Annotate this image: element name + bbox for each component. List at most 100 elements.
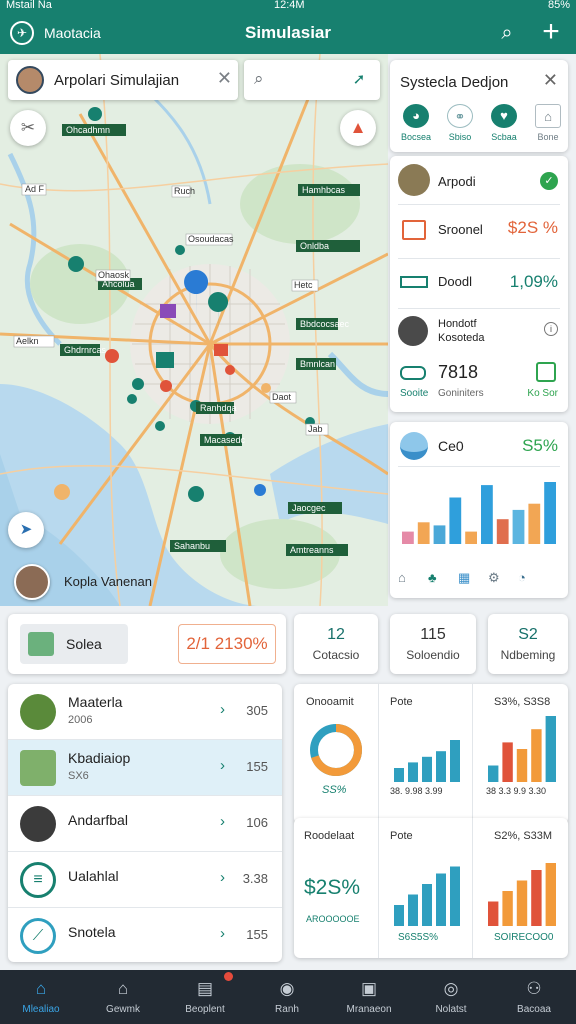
factory-icon — [402, 220, 426, 240]
nav-location[interactable]: ◉ Ranh — [246, 970, 328, 1024]
list-item[interactable]: ≡ Ualahlal › 3.38 — [8, 852, 282, 908]
donut-chart — [310, 724, 362, 776]
map-user-label: Kopla Vanenan — [64, 574, 152, 589]
list-avatar — [20, 694, 56, 730]
map-small-label: Ruch — [174, 186, 195, 196]
chart-bar — [422, 756, 432, 782]
nav-gallery[interactable]: ▣ Mranaeon — [328, 970, 410, 1024]
map-label: Ranhdqa — [200, 403, 237, 413]
system-panel: Systecla Dedjon ✕ ◕ Bocsea ⚭ Sbiso ♥ Scb… — [390, 60, 568, 152]
list-item[interactable]: Andarfbal › 106 — [8, 796, 282, 852]
chart-bar — [436, 751, 446, 782]
bar-chart-right — [488, 863, 556, 926]
home-icon: ⌂ — [535, 104, 561, 128]
chart-bar — [516, 880, 528, 926]
chart-bar — [531, 729, 542, 782]
layers-icon[interactable]: ✂ — [10, 110, 46, 146]
count-row: 7818 Sooite Goniniters Ko Sor — [400, 362, 558, 399]
stat-card[interactable]: S2 Ndbeming — [488, 614, 568, 674]
chart-bar — [512, 509, 525, 544]
building-icon[interactable]: ▦ — [458, 570, 488, 586]
system-item[interactable]: ⌂ Bone — [528, 104, 568, 142]
heart-icon: ♥ — [491, 104, 517, 128]
image-icon: ▣ — [360, 979, 378, 998]
summary-value[interactable]: 2/1 2130% — [178, 624, 276, 664]
map-search-box[interactable]: ⌕ ➚ — [244, 60, 380, 100]
chart-bar — [545, 863, 556, 926]
metric-row[interactable]: Doodl 1,09% — [390, 258, 568, 308]
add-icon[interactable]: + — [538, 17, 564, 48]
close-icon[interactable]: ✕ — [543, 70, 558, 91]
map-user-avatar[interactable] — [14, 564, 50, 600]
chart-bar — [502, 742, 513, 782]
map-small-label: Ohaosk — [98, 270, 130, 280]
list-item[interactable]: ⟋ Snotela › 155 — [8, 908, 282, 962]
navigate-icon[interactable]: ➤ — [8, 512, 44, 548]
home-icon: ⌂ — [35, 979, 47, 998]
person-avatar — [398, 316, 428, 346]
list-item[interactable]: Maaterla 2006 › 305 — [8, 684, 282, 740]
nav-buildings[interactable]: ⌂ Gewmk — [82, 970, 164, 1024]
map-label: Jaocgec — [292, 503, 326, 513]
clear-icon[interactable]: ✕ — [217, 68, 232, 89]
chart-bar — [408, 762, 418, 782]
status-bar: Mstail Na 12:4M 85% — [0, 0, 576, 12]
map-small-label: Aelkn — [16, 336, 39, 346]
chart-bar — [488, 765, 499, 782]
map-view[interactable]: Ohcadhmn Hamhbcas Ahcolua Ghdrnrcas Onld… — [0, 54, 388, 606]
notification-badge — [224, 972, 233, 981]
search-icon[interactable]: ⌕ — [494, 21, 520, 47]
metric-row[interactable]: Sroonel $2S % — [390, 204, 568, 258]
place-search-bar[interactable]: Arpolari Simulajian ✕ — [8, 60, 238, 100]
building-icon: ⌂ — [117, 979, 129, 998]
network-icon: ⚭ — [447, 104, 473, 128]
map-label: Bmnlcan — [300, 359, 335, 369]
nav-profile[interactable]: ⚇ Bacoaa — [492, 970, 576, 1024]
gear-icon[interactable]: ⚙ — [488, 570, 518, 586]
stat-card[interactable]: 115 Soloendio — [390, 614, 476, 674]
tree-icon[interactable]: ♣ — [428, 570, 458, 585]
map-label: Bbdcocsaec — [300, 319, 350, 329]
nav-documents[interactable]: ▤ Beoplent — [164, 970, 246, 1024]
search-icon[interactable]: ⌕ — [254, 69, 264, 89]
eco-icon: ◕ — [403, 104, 429, 128]
app-header: ✈ Maotacia Simulasiar ⌕ + — [0, 12, 576, 54]
chevron-right-icon: › — [220, 813, 225, 830]
chevron-right-icon: › — [220, 925, 225, 942]
chart-bar — [422, 884, 432, 926]
map-label: Ohcadhmn — [66, 125, 110, 135]
summary-chip[interactable]: Solea — [20, 624, 128, 664]
map-label: Hamhbcas — [302, 185, 346, 195]
nav-explore[interactable]: ◎ Nolatst — [410, 970, 492, 1024]
house-icon[interactable]: ⌂ — [398, 570, 428, 585]
list-avatar — [20, 806, 56, 842]
list-item[interactable]: Kbadiaiop SX6 › 155 — [8, 740, 282, 796]
chart-bar — [402, 531, 414, 544]
nav-home[interactable]: ⌂ Mlealiao — [0, 970, 82, 1024]
info-icon[interactable]: i — [544, 322, 558, 336]
eco-panel: Ce0 S5% ⌂ ♣ ▦ ⚙ ◔ — [390, 422, 568, 598]
checkbox-icon[interactable] — [536, 362, 556, 382]
metrics-panel: Arpodi ✓ Sroonel $2S % Doodl 1,09% Hondo… — [390, 156, 568, 412]
user-avatar[interactable] — [16, 66, 44, 94]
system-item[interactable]: ♥ Scbaa — [484, 104, 524, 142]
document-icon: ▤ — [196, 979, 214, 998]
map-small-label: Hetc — [294, 280, 313, 290]
place-search-text[interactable]: Arpolari Simulajian — [54, 72, 179, 89]
chart-bar — [516, 749, 528, 782]
person-row[interactable]: Hondotf Kosoteda i — [390, 308, 568, 354]
system-item[interactable]: ⚭ Sbiso — [440, 104, 480, 142]
chart-bar — [394, 905, 404, 926]
system-item[interactable]: ◕ Bocsea — [396, 104, 436, 142]
map-label: Sahanbu — [174, 541, 210, 551]
clock-icon[interactable]: ◔ — [518, 570, 548, 585]
chart-bar — [433, 525, 446, 544]
chart-bar — [465, 531, 477, 544]
battery-text: 85% — [547, 0, 570, 11]
compass-icon[interactable]: ▲ — [340, 110, 376, 146]
airport-row[interactable]: Arpodi ✓ — [390, 156, 568, 204]
car-icon — [400, 366, 426, 380]
locate-icon[interactable]: ➚ — [348, 69, 370, 91]
chart-bar — [481, 485, 493, 544]
stat-card[interactable]: 12 Cotacsio — [294, 614, 378, 674]
